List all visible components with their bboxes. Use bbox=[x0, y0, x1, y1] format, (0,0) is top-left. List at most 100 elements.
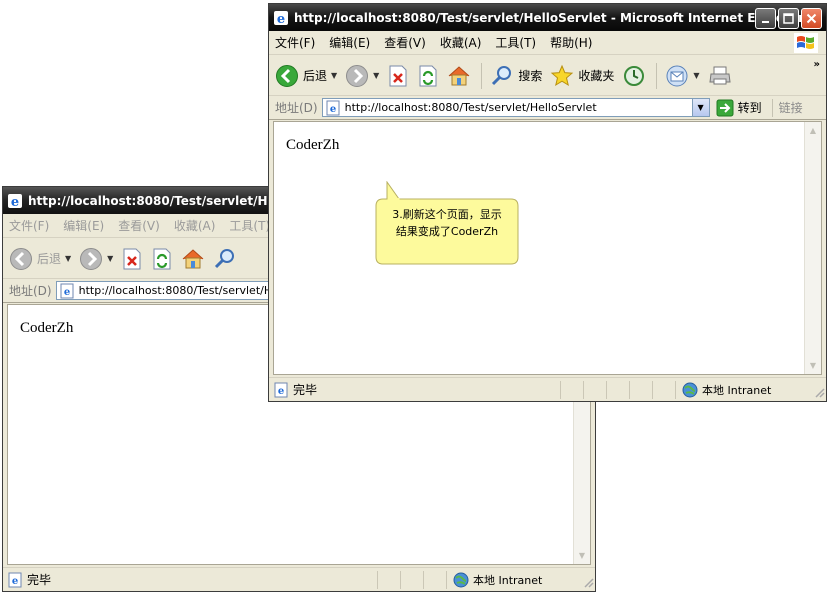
toolbar-chevron-icon[interactable]: » bbox=[814, 59, 820, 70]
status-cell bbox=[560, 380, 583, 399]
security-zone: 本地 Intranet bbox=[446, 570, 581, 589]
links-separator bbox=[771, 98, 773, 117]
search-button[interactable]: 搜索 bbox=[490, 64, 542, 88]
zone-text: 本地 Intranet bbox=[473, 573, 543, 587]
page-done-icon: e bbox=[274, 382, 288, 397]
menu-favorites[interactable]: 收藏(A) bbox=[440, 34, 482, 51]
menu-help[interactable]: 帮助(H) bbox=[550, 34, 592, 51]
home-icon bbox=[448, 65, 470, 85]
status-cell bbox=[377, 570, 400, 589]
forward-button[interactable]: ▼ bbox=[345, 64, 379, 88]
mail-icon bbox=[666, 65, 688, 86]
search-label: 搜索 bbox=[518, 69, 543, 83]
search-button[interactable] bbox=[213, 247, 237, 271]
globe-icon bbox=[682, 382, 698, 397]
mail-button[interactable]: ▼ bbox=[665, 64, 700, 88]
forward-dropdown-icon[interactable]: ▼ bbox=[107, 254, 113, 263]
address-input[interactable]: e http://localhost:8080/Test/servlet/Hel… bbox=[321, 98, 710, 117]
home-icon bbox=[182, 248, 204, 268]
menu-bar: 文件(F) 编辑(E) 查看(V) 收藏(A) 工具(T) 帮助(H) bbox=[269, 31, 826, 55]
forward-arrow-icon bbox=[346, 64, 369, 87]
back-arrow-icon bbox=[276, 64, 298, 87]
refresh-icon bbox=[153, 248, 171, 269]
forward-button[interactable]: ▼ bbox=[79, 247, 113, 271]
menu-tools[interactable]: 工具(T) bbox=[495, 34, 536, 51]
menu-edit[interactable]: 编辑(E) bbox=[329, 34, 370, 51]
menu-view[interactable]: 查看(V) bbox=[118, 217, 160, 234]
maximize-button[interactable] bbox=[778, 8, 799, 29]
stop-button[interactable] bbox=[121, 247, 143, 271]
back-dropdown-icon[interactable]: ▼ bbox=[331, 71, 337, 80]
forward-dropdown-icon[interactable]: ▼ bbox=[373, 71, 379, 80]
toolbar: 后退 ▼ ▼ bbox=[269, 56, 826, 96]
svg-text:e: e bbox=[277, 12, 285, 26]
go-label: 转到 bbox=[737, 101, 762, 115]
scroll-down-icon[interactable]: ▼ bbox=[575, 548, 589, 563]
favorites-star-icon bbox=[551, 64, 574, 86]
annotation-callout: 3.刷新这个页面，显示 结果变成了CoderZh bbox=[375, 181, 519, 265]
address-url: http://localhost:8080/Test/servlet/Hello… bbox=[344, 101, 597, 114]
favorites-button[interactable]: 收藏夹 bbox=[550, 64, 614, 88]
status-cell bbox=[606, 380, 629, 399]
print-button[interactable] bbox=[708, 64, 732, 88]
back-button[interactable]: 后退 ▼ bbox=[275, 64, 337, 88]
title-bar[interactable]: e http://localhost:8080/Test/servlet/Hel… bbox=[269, 4, 826, 31]
resize-grip-icon[interactable] bbox=[581, 571, 595, 589]
status-text: 完毕 bbox=[27, 573, 52, 587]
links-button[interactable]: 链接 bbox=[779, 99, 803, 116]
toolbar-separator bbox=[656, 62, 658, 89]
search-icon bbox=[215, 248, 235, 268]
refresh-button[interactable] bbox=[417, 64, 439, 88]
close-button[interactable] bbox=[801, 8, 822, 29]
minimize-button[interactable] bbox=[755, 8, 776, 29]
resize-grip-icon[interactable] bbox=[812, 381, 826, 399]
menu-edit[interactable]: 编辑(E) bbox=[63, 217, 104, 234]
status-cells: 本地 Intranet bbox=[560, 380, 812, 399]
refresh-button[interactable] bbox=[151, 247, 173, 271]
zone-text: 本地 Intranet bbox=[702, 383, 772, 397]
home-button[interactable] bbox=[447, 64, 471, 88]
svg-text:e: e bbox=[278, 386, 284, 397]
menu-view[interactable]: 查看(V) bbox=[384, 34, 426, 51]
menu-file[interactable]: 文件(F) bbox=[9, 217, 49, 234]
svg-text:e: e bbox=[12, 576, 18, 587]
browser-window-front[interactable]: e http://localhost:8080/Test/servlet/Hel… bbox=[268, 3, 827, 402]
address-dropdown-icon[interactable]: ▼ bbox=[691, 99, 709, 116]
callout-line-1: 3.刷新这个页面，显示 bbox=[392, 208, 502, 221]
scroll-down-icon[interactable]: ▼ bbox=[806, 358, 820, 373]
menu-tools[interactable]: 工具(T) bbox=[229, 217, 270, 234]
status-cell bbox=[583, 380, 606, 399]
stop-button[interactable] bbox=[387, 64, 409, 88]
svg-text:e: e bbox=[11, 195, 19, 209]
ie-icon: e bbox=[8, 193, 22, 209]
scroll-up-icon[interactable]: ▲ bbox=[806, 123, 820, 138]
history-button[interactable] bbox=[622, 64, 646, 88]
forward-arrow-icon bbox=[80, 247, 103, 270]
menu-favorites[interactable]: 收藏(A) bbox=[174, 217, 216, 234]
mail-dropdown-icon[interactable]: ▼ bbox=[693, 71, 699, 80]
page-text: CoderZh bbox=[286, 137, 340, 153]
back-dropdown-icon[interactable]: ▼ bbox=[65, 254, 71, 263]
address-label: 地址(D) bbox=[9, 284, 52, 298]
home-button[interactable] bbox=[181, 247, 205, 271]
stop-icon bbox=[123, 248, 141, 269]
toolbar-separator bbox=[481, 62, 483, 89]
back-label: 后退 bbox=[37, 252, 62, 266]
status-cell bbox=[629, 380, 652, 399]
page-icon: e bbox=[60, 283, 74, 298]
history-icon bbox=[624, 65, 645, 86]
status-bar: e 完毕 本地 Intranet bbox=[269, 377, 826, 401]
window-controls bbox=[755, 8, 822, 29]
window-title: http://localhost:8080/Test/servlet/Hello… bbox=[294, 10, 805, 25]
address-label: 地址(D) bbox=[275, 101, 318, 115]
go-button[interactable]: 转到 bbox=[716, 99, 762, 117]
address-bar: 地址(D) e http://localhost:8080/Test/servl… bbox=[269, 96, 826, 120]
page-content: CoderZh ▲ ▼ bbox=[273, 121, 822, 375]
stop-icon bbox=[389, 65, 407, 86]
favorites-label: 收藏夹 bbox=[578, 69, 615, 83]
back-button[interactable]: 后退 ▼ bbox=[9, 247, 71, 271]
menu-file[interactable]: 文件(F) bbox=[275, 34, 315, 51]
print-icon bbox=[708, 66, 731, 84]
vertical-scrollbar[interactable]: ▲ ▼ bbox=[804, 122, 821, 374]
close-icon bbox=[806, 13, 817, 24]
